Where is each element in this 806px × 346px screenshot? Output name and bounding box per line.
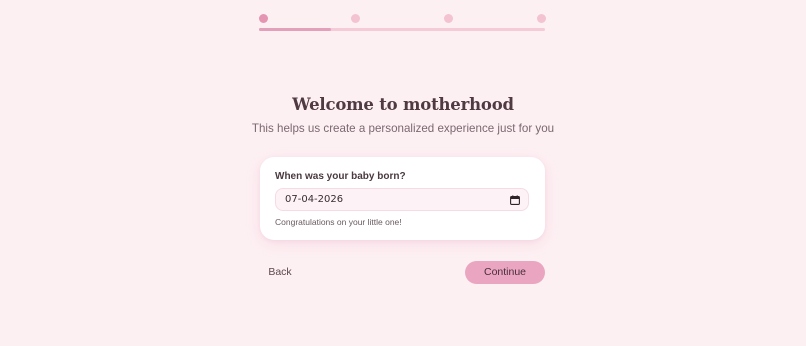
birth-date-hint: Congratulations on your little one!	[275, 217, 402, 227]
birth-date-value: 07-04-2026	[285, 194, 344, 205]
birth-date-card: When was your baby born? 07-04-2026 Cong…	[260, 157, 545, 240]
calendar-icon[interactable]	[510, 194, 520, 205]
step-dot-2	[351, 14, 360, 23]
step-dot-1	[259, 14, 268, 23]
continue-button[interactable]: Continue	[465, 261, 545, 284]
page-title: Welcome to motherhood	[292, 95, 514, 114]
heading-block: Welcome to motherhood This helps us crea…	[0, 95, 806, 135]
progress-fill	[259, 28, 331, 31]
back-button[interactable]: Back	[260, 261, 300, 284]
birth-date-label: When was your baby born?	[275, 171, 406, 182]
step-dot-3	[444, 14, 453, 23]
birth-date-input[interactable]: 07-04-2026	[275, 188, 529, 211]
page-subtitle: This helps us create a personalized expe…	[251, 122, 555, 135]
step-dot-4	[537, 14, 546, 23]
progress-track	[259, 28, 545, 31]
progress-stepper	[259, 13, 546, 33]
